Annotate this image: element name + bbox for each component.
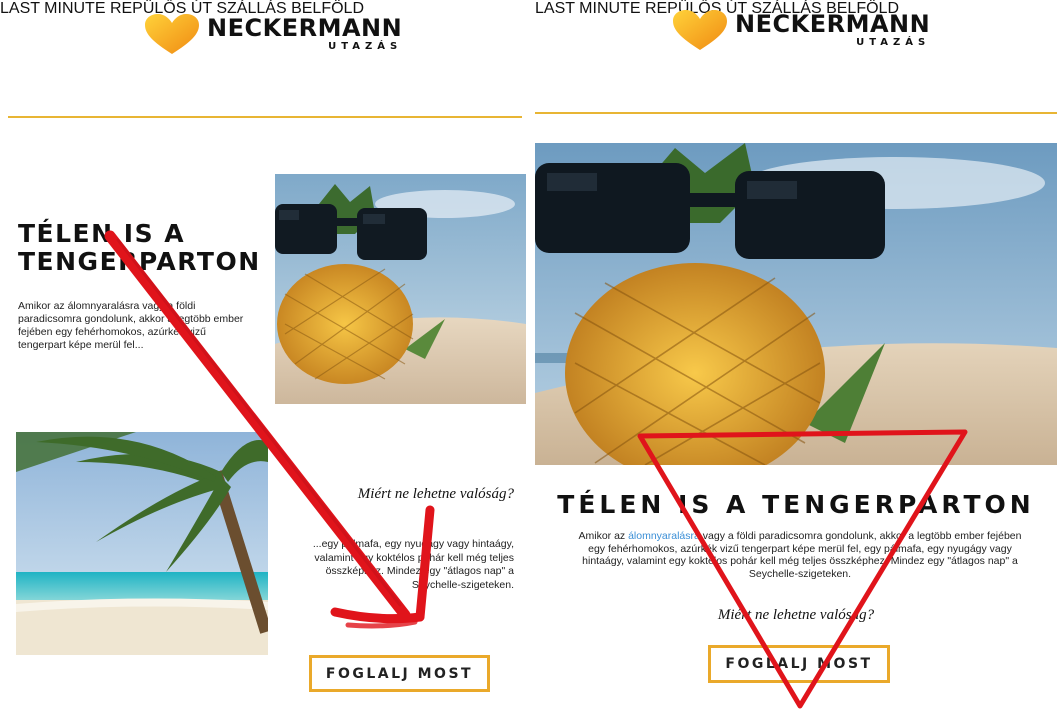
pineapple-hero-photo (535, 143, 1057, 465)
nav-divider (8, 116, 522, 118)
palm-beach-photo (16, 432, 268, 655)
book-now-button[interactable]: FOGLALJ MOST (309, 655, 490, 692)
nav-last-minute[interactable]: LAST MINUTE (0, 0, 106, 17)
brand-name: NECKERMANN (735, 10, 931, 38)
heart-logo-icon (145, 14, 199, 54)
intro-text: Amikor az álomnyaralásra vagy a földi pa… (575, 530, 1025, 580)
neckermann-logo[interactable]: NECKERMANN UTAZÁS (143, 12, 402, 56)
nav-last-minute[interactable]: LAST MINUTE (535, 0, 641, 17)
email-variant-left: NECKERMANN UTAZÁS LAST MINUTE REPÜLŐS ÚT… (0, 0, 530, 710)
hero-title: TÉLEN IS A TENGERPARTON (18, 220, 278, 276)
neckermann-logo[interactable]: NECKERMANN UTAZÁS (671, 8, 930, 52)
brand-subtitle: UTAZÁS (328, 41, 403, 52)
pineapple-photo (275, 174, 526, 404)
brand-subtitle: UTAZÁS (856, 37, 931, 48)
book-now-button[interactable]: FOGLALJ MOST (708, 645, 890, 683)
body-text: ...egy pálmafa, egy nyugágy vagy hintaág… (312, 538, 514, 591)
subheading: Miért ne lehetne valóság? (357, 486, 514, 502)
intro-link[interactable]: álomnyaralásra (628, 530, 700, 542)
email-variant-right: NECKERMANN UTAZÁS LAST MINUTE REPÜLŐS ÚT… (535, 0, 1057, 710)
hero-title: TÉLEN IS A TENGERPARTON (557, 490, 1035, 519)
heart-logo-icon (673, 10, 727, 50)
intro-text: Amikor az álomnyaralásra vagy a földi pa… (18, 300, 244, 351)
nav-divider (535, 112, 1057, 114)
subheading: Miért ne lehetne valóság? (717, 607, 875, 623)
intro-text-start: Amikor az (578, 530, 629, 542)
hero-title-line1: TÉLEN IS A (18, 219, 186, 248)
brand-name: NECKERMANN (207, 14, 403, 42)
hero-title-line2: TENGERPARTON (18, 247, 261, 276)
